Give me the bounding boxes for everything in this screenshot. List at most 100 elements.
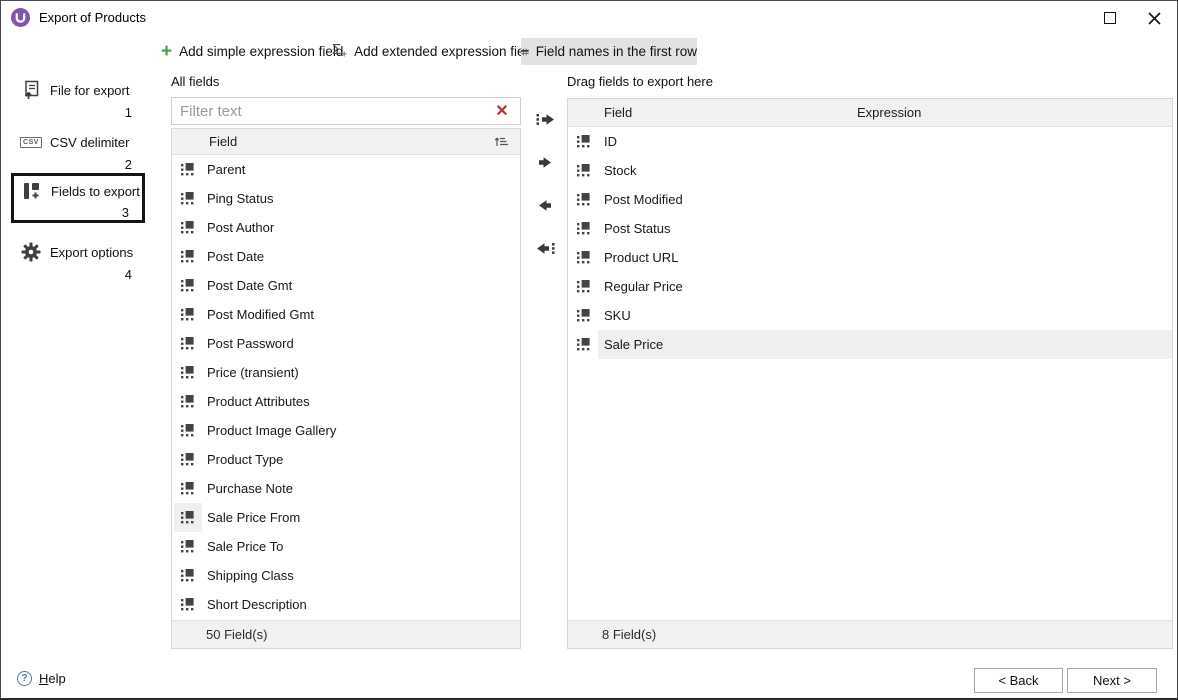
move-all-left-button[interactable] bbox=[528, 235, 562, 262]
step-number: 2 bbox=[11, 157, 145, 173]
move-left-button[interactable] bbox=[528, 192, 562, 219]
export-dialog-window: Export of Products File for export bbox=[0, 0, 1178, 700]
field-icon bbox=[174, 300, 202, 329]
field-label: Post Date bbox=[202, 249, 264, 264]
field-list-item[interactable]: Sale Price From bbox=[172, 503, 520, 532]
field-icon bbox=[174, 445, 202, 474]
sidebar-item-label: File for export bbox=[50, 83, 129, 98]
field-icon bbox=[174, 416, 202, 445]
all-fields-count: 50 Field(s) bbox=[172, 620, 520, 648]
field-label: Regular Price bbox=[598, 279, 848, 294]
close-icon bbox=[1147, 11, 1162, 26]
field-icon bbox=[174, 590, 202, 619]
field-list-item[interactable]: Short Description bbox=[172, 590, 520, 619]
field-list-item[interactable]: Product Image Gallery bbox=[172, 416, 520, 445]
maximize-button[interactable] bbox=[1095, 7, 1125, 29]
field-list-item[interactable]: Parent bbox=[172, 155, 520, 184]
export-field-row[interactable]: Stock bbox=[568, 156, 1172, 185]
sidebar-item-label: CSV delimiter bbox=[50, 135, 129, 150]
field-list-item[interactable]: Ping Status bbox=[172, 184, 520, 213]
field-icon bbox=[174, 213, 202, 242]
export-field-row[interactable]: Post Status bbox=[568, 214, 1172, 243]
field-label: Post Password bbox=[202, 336, 294, 351]
field-icon bbox=[570, 185, 598, 214]
field-list-item[interactable]: Post Date bbox=[172, 242, 520, 271]
export-field-row[interactable]: ID bbox=[568, 127, 1172, 156]
field-label: Stock bbox=[598, 163, 848, 178]
field-icon bbox=[174, 532, 202, 561]
filter-input[interactable] bbox=[172, 98, 484, 124]
all-fields-label: All fields bbox=[171, 74, 219, 89]
field-label: Post Modified bbox=[598, 192, 848, 207]
step-number: 3 bbox=[14, 205, 142, 221]
export-field-row[interactable]: Post Modified bbox=[568, 185, 1172, 214]
window-title: Export of Products bbox=[39, 10, 146, 25]
move-all-right-button[interactable] bbox=[528, 106, 562, 133]
field-column-header: Field bbox=[172, 134, 237, 149]
sidebar-item-file-for-export[interactable]: File for export 1 bbox=[11, 75, 145, 121]
add-extended-expression-field-button[interactable]: Σ+ Add extended expression field bbox=[332, 39, 535, 64]
field-label: Post Status bbox=[598, 221, 848, 236]
field-label: Parent bbox=[202, 162, 245, 177]
all-fields-list: Field Parent bbox=[171, 128, 521, 649]
sidebar-item-export-options[interactable]: Export options 4 bbox=[11, 237, 145, 283]
field-list-item[interactable]: Post Date Gmt bbox=[172, 271, 520, 300]
clear-filter-icon: ✕ bbox=[495, 101, 508, 121]
field-list-item[interactable]: Price (transient) bbox=[172, 358, 520, 387]
export-field-row[interactable]: SKU bbox=[568, 301, 1172, 330]
maximize-icon bbox=[1104, 12, 1116, 24]
gear-icon bbox=[20, 242, 42, 262]
field-list-item[interactable]: Product Attributes bbox=[172, 387, 520, 416]
field-label: Product Type bbox=[202, 452, 283, 467]
field-icon bbox=[570, 214, 598, 243]
field-label: Sale Price From bbox=[202, 510, 300, 525]
sigma-plus-icon: Σ+ bbox=[332, 42, 347, 61]
move-right-button[interactable] bbox=[528, 149, 562, 176]
next-button[interactable]: Next > bbox=[1067, 668, 1157, 693]
field-icon bbox=[174, 155, 202, 184]
help-button[interactable]: ? Help bbox=[17, 671, 66, 686]
filter-box: ✕ bbox=[171, 97, 521, 125]
field-icon bbox=[174, 329, 202, 358]
sidebar-item-label: Export options bbox=[50, 245, 133, 260]
plus-icon: + bbox=[161, 43, 172, 61]
field-icon bbox=[174, 358, 202, 387]
field-label: Sale Price To bbox=[202, 539, 283, 554]
field-list-item[interactable]: Post Author bbox=[172, 213, 520, 242]
field-label: Post Author bbox=[202, 220, 274, 235]
field-list-item[interactable]: Post Modified Gmt bbox=[172, 300, 520, 329]
field-icon bbox=[570, 330, 598, 359]
close-button[interactable] bbox=[1139, 7, 1169, 29]
add-extended-expression-field-label: Add extended expression field bbox=[354, 44, 535, 59]
export-field-row[interactable]: Sale Price bbox=[568, 330, 1172, 359]
sidebar-item-csv-delimiter[interactable]: CSV CSV delimiter 2 bbox=[11, 127, 145, 173]
add-simple-expression-field-label: Add simple expression field bbox=[179, 44, 343, 59]
field-label: Price (transient) bbox=[202, 365, 299, 380]
sidebar-item-label: Fields to export bbox=[51, 184, 140, 199]
move-all-left-icon bbox=[536, 242, 555, 255]
field-names-first-row-toggle[interactable]: Field names in the first row bbox=[521, 38, 697, 65]
sort-ascending-icon[interactable] bbox=[495, 136, 508, 147]
field-icon bbox=[570, 301, 598, 330]
field-list-item[interactable]: Purchase Note bbox=[172, 474, 520, 503]
add-simple-expression-field-button[interactable]: + Add simple expression field bbox=[161, 39, 343, 64]
field-list-item[interactable]: Product Type bbox=[172, 445, 520, 474]
field-label: SKU bbox=[598, 308, 848, 323]
clear-filter-button[interactable]: ✕ bbox=[484, 98, 520, 124]
field-list-item[interactable]: Shipping Class bbox=[172, 561, 520, 590]
field-icon bbox=[174, 242, 202, 271]
field-icon bbox=[174, 184, 202, 213]
table-header-row-icon bbox=[521, 45, 529, 59]
sidebar-item-fields-to-export[interactable]: Fields to export 3 bbox=[11, 173, 145, 223]
export-fields-count: 8 Field(s) bbox=[568, 620, 1172, 648]
export-fields-header-row: Field Expression bbox=[568, 99, 1172, 127]
export-field-row[interactable]: Regular Price bbox=[568, 272, 1172, 301]
export-field-row[interactable]: Product URL bbox=[568, 243, 1172, 272]
field-column-header: Field bbox=[596, 105, 846, 120]
field-list-item[interactable]: Post Password bbox=[172, 329, 520, 358]
field-label: Ping Status bbox=[202, 191, 274, 206]
back-button[interactable]: < Back bbox=[974, 668, 1063, 693]
field-icon bbox=[570, 243, 598, 272]
move-right-icon bbox=[538, 156, 552, 169]
field-list-item[interactable]: Sale Price To bbox=[172, 532, 520, 561]
